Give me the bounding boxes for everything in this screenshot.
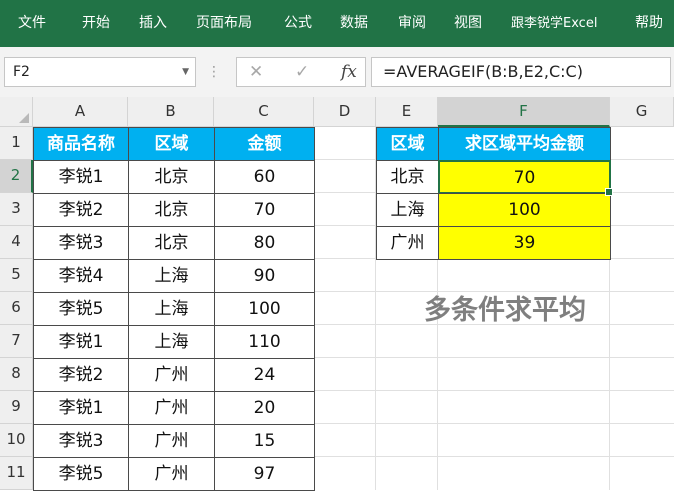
row-header-7[interactable]: 7: [0, 325, 33, 358]
data-cell[interactable]: 李锐5: [33, 457, 129, 491]
row-header-6[interactable]: 6: [0, 292, 33, 325]
enter-icon[interactable]: ✓: [295, 58, 309, 86]
result-header-col-e[interactable]: 区域: [376, 127, 439, 161]
column-header-d[interactable]: D: [314, 97, 376, 127]
row-header-8[interactable]: 8: [0, 358, 33, 391]
data-cell[interactable]: 李锐2: [33, 193, 129, 227]
tab-page-layout[interactable]: 页面布局: [196, 0, 252, 47]
tab-insert[interactable]: 插入: [139, 0, 167, 47]
data-cell[interactable]: 广州: [128, 424, 215, 458]
result-cell[interactable]: 100: [438, 193, 611, 227]
result-cell[interactable]: 上海: [376, 193, 439, 227]
row-header-3[interactable]: 3: [0, 193, 33, 226]
data-cell[interactable]: 北京: [128, 160, 215, 194]
column-header-f[interactable]: F: [438, 97, 610, 127]
select-all-button[interactable]: [0, 97, 33, 127]
data-cell[interactable]: 97: [214, 457, 315, 491]
column-header-b[interactable]: B: [128, 97, 214, 127]
data-cell[interactable]: 李锐3: [33, 226, 129, 260]
insert-function-icon[interactable]: fx: [341, 58, 357, 86]
sheet-annotation: 多条件求平均: [424, 295, 586, 326]
data-cell[interactable]: 北京: [128, 193, 215, 227]
data-cell[interactable]: 20: [214, 391, 315, 425]
data-cell[interactable]: 李锐4: [33, 259, 129, 293]
data-cell[interactable]: 70: [214, 193, 315, 227]
result-header-col-f[interactable]: 求区域平均金额: [438, 127, 611, 161]
tab-review[interactable]: 审阅: [398, 0, 426, 47]
data-cell[interactable]: 上海: [128, 292, 215, 326]
formula-bar-resize-handle[interactable]: ⋮: [207, 60, 221, 84]
result-cell[interactable]: 北京: [376, 160, 439, 194]
data-cell[interactable]: 李锐1: [33, 391, 129, 425]
tab-data[interactable]: 数据: [340, 0, 368, 47]
data-cell[interactable]: 李锐2: [33, 358, 129, 392]
data-cell[interactable]: 北京: [128, 226, 215, 260]
data-cell[interactable]: 广州: [128, 457, 215, 491]
active-cell[interactable]: 70: [438, 160, 611, 194]
row-header-1[interactable]: 1: [0, 127, 33, 160]
select-all-icon: [19, 113, 29, 123]
data-cell[interactable]: 李锐1: [33, 160, 129, 194]
header-cell-col-c[interactable]: 金额: [214, 127, 315, 161]
row-header-10[interactable]: 10: [0, 424, 33, 457]
row-header-11[interactable]: 11: [0, 457, 33, 490]
tab-view[interactable]: 视图: [454, 0, 482, 47]
column-header-c[interactable]: C: [214, 97, 314, 127]
data-cell[interactable]: 60: [214, 160, 315, 194]
column-header-e[interactable]: E: [376, 97, 438, 127]
data-cell[interactable]: 80: [214, 226, 315, 260]
data-cell[interactable]: 李锐1: [33, 325, 129, 359]
row-header-9[interactable]: 9: [0, 391, 33, 424]
row-header-5[interactable]: 5: [0, 259, 33, 292]
column-header-g[interactable]: G: [610, 97, 674, 127]
data-cell[interactable]: 上海: [128, 259, 215, 293]
data-cell[interactable]: 上海: [128, 325, 215, 359]
data-cell[interactable]: 广州: [128, 391, 215, 425]
name-box-value: F2: [13, 64, 30, 80]
tab-custom-excel[interactable]: 跟李锐学Excel: [511, 0, 597, 47]
tab-formulas[interactable]: 公式: [284, 0, 312, 47]
tab-help[interactable]: 帮助: [635, 0, 663, 47]
column-header-a[interactable]: A: [33, 97, 128, 127]
formula-input[interactable]: =AVERAGEIF(B:B,E2,C:C): [371, 57, 671, 87]
data-cell[interactable]: 24: [214, 358, 315, 392]
data-cell[interactable]: 李锐5: [33, 292, 129, 326]
ribbon-tab-bar: 文件 开始 插入 页面布局 公式 数据 审阅 视图 跟李锐学Excel 帮助: [0, 0, 674, 47]
data-cell[interactable]: 110: [214, 325, 315, 359]
data-cell[interactable]: 李锐3: [33, 424, 129, 458]
name-box-dropdown-icon[interactable]: ▼: [182, 58, 189, 86]
header-cell-col-a[interactable]: 商品名称: [33, 127, 129, 161]
row-header-4[interactable]: 4: [0, 226, 33, 259]
data-cell[interactable]: 90: [214, 259, 315, 293]
name-box[interactable]: F2 ▼: [4, 57, 196, 87]
header-cell-col-b[interactable]: 区域: [128, 127, 215, 161]
row-header-2[interactable]: 2: [0, 160, 33, 193]
tab-home[interactable]: 开始: [82, 0, 110, 47]
data-cell[interactable]: 广州: [128, 358, 215, 392]
tab-file[interactable]: 文件: [18, 0, 46, 47]
data-cell[interactable]: 100: [214, 292, 315, 326]
data-cell[interactable]: 15: [214, 424, 315, 458]
cancel-icon[interactable]: ✕: [249, 58, 263, 86]
result-cell[interactable]: 39: [438, 226, 611, 260]
formula-buttons: ✕ ✓ fx: [236, 57, 366, 87]
result-cell[interactable]: 广州: [376, 226, 439, 260]
fill-handle[interactable]: [605, 188, 613, 196]
